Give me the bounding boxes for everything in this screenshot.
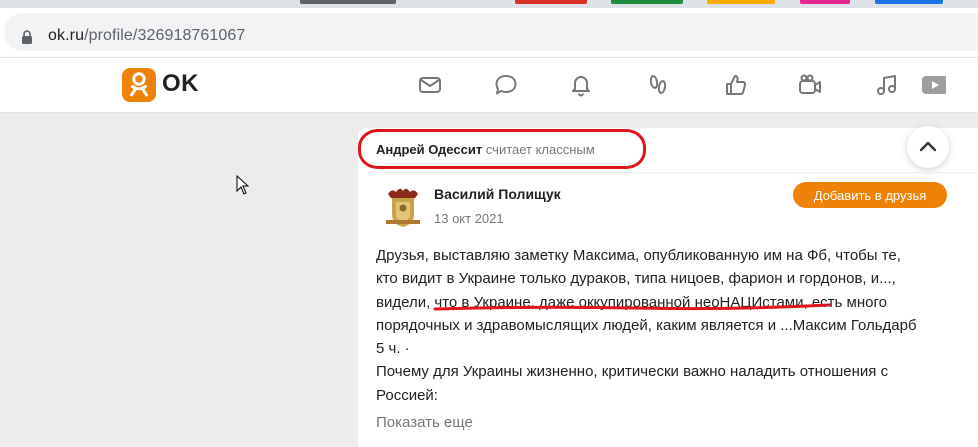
- site-header: OK: [0, 58, 978, 112]
- annotation-underline: [433, 303, 831, 311]
- tab-color-6[interactable]: [875, 0, 943, 4]
- tab-color-1[interactable]: [300, 0, 396, 4]
- post-line: 5 ч. ·: [376, 340, 410, 358]
- tab-color-2[interactable]: [515, 0, 587, 4]
- post-line: кто видит в Украине только дураков, типа…: [376, 270, 896, 288]
- ok-logo-icon[interactable]: [122, 68, 156, 102]
- show-more-link[interactable]: Показать еще: [376, 414, 473, 431]
- site-logo-text[interactable]: OK: [162, 70, 199, 98]
- collapse-button[interactable]: [907, 126, 949, 168]
- post-text[interactable]: Друзья, выставляю заметку Максима, опубл…: [376, 244, 956, 407]
- like-icon[interactable]: [723, 72, 749, 98]
- music-icon[interactable]: [874, 72, 900, 98]
- post-line: Россией:: [376, 386, 438, 404]
- post-date[interactable]: 13 окт 2021: [434, 211, 504, 226]
- address-bar: ok.ru/profile/326918761067: [0, 8, 978, 58]
- liker-name[interactable]: Андрей Одессит: [376, 142, 482, 157]
- mail-icon[interactable]: [417, 72, 443, 98]
- url-text[interactable]: ok.ru/profile/326918761067: [48, 27, 245, 45]
- mouse-cursor-icon: [236, 175, 250, 195]
- video-icon[interactable]: [920, 72, 946, 98]
- url-path: /profile/326918761067: [84, 27, 246, 44]
- video-call-icon[interactable]: [797, 72, 823, 98]
- post-line: порядочных и здравомыслящих людей, каким…: [376, 316, 917, 334]
- post-line: Друзья, выставляю заметку Максима, опубл…: [376, 247, 901, 264]
- avatar[interactable]: [382, 184, 424, 228]
- tab-color-5[interactable]: [800, 0, 850, 4]
- post-line: Почему для Украины жизненно, критически …: [376, 363, 889, 381]
- add-friend-button[interactable]: Добавить в друзья: [793, 182, 947, 208]
- liker-action: считает классным: [485, 142, 595, 157]
- lock-icon[interactable]: [21, 30, 33, 44]
- bell-icon[interactable]: [568, 72, 594, 98]
- tab-color-4[interactable]: [707, 0, 775, 4]
- browser-tab-strip: [0, 0, 978, 8]
- post-author[interactable]: Василий Полищук: [434, 186, 561, 202]
- chat-icon[interactable]: [493, 72, 519, 98]
- chevron-up-icon: [919, 141, 937, 152]
- liked-by-line: Андрей Одессит считает классным: [376, 142, 595, 157]
- url-omnibox[interactable]: ok.ru/profile/326918761067: [4, 13, 978, 51]
- tab-color-3[interactable]: [611, 0, 683, 4]
- url-host: ok.ru: [48, 27, 85, 44]
- card-divider: [368, 172, 978, 173]
- feed-card: Андрей Одессит считает классным Василий …: [358, 126, 978, 447]
- guests-icon[interactable]: [645, 72, 671, 98]
